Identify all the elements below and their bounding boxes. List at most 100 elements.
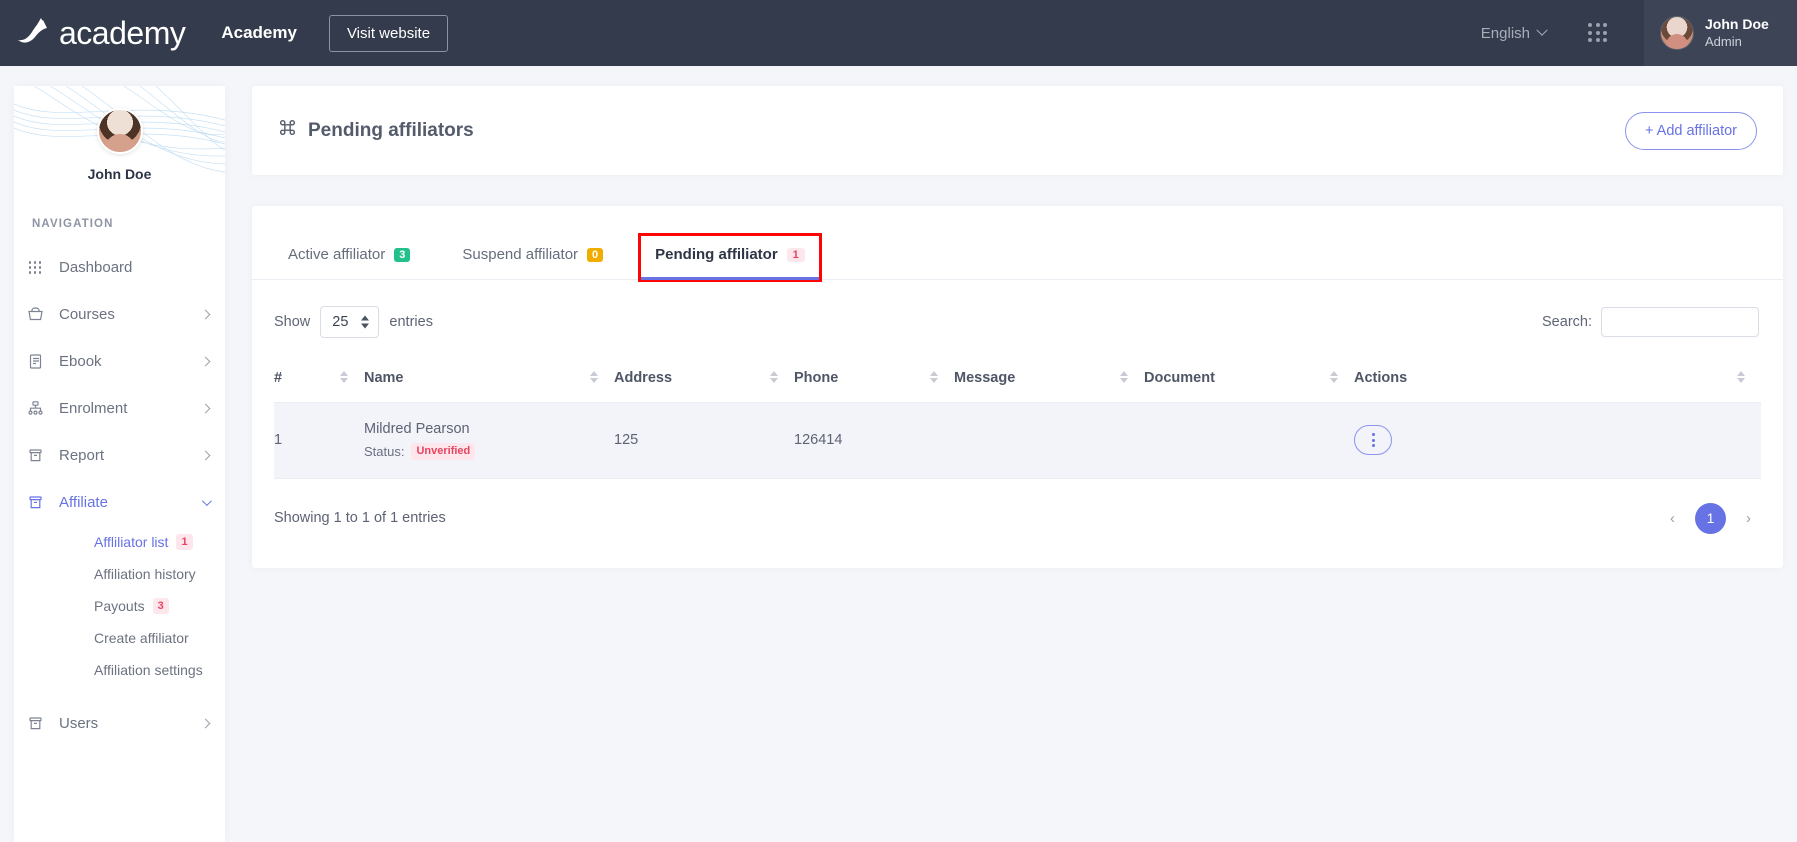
sidebar-item-label: Ebook <box>59 353 202 370</box>
affiliators-card: Active affiliator 3 Suspend affiliator 0… <box>252 206 1783 568</box>
cell-message <box>954 403 1144 479</box>
sort-icon <box>1737 371 1745 383</box>
grid-dots-icon <box>25 261 45 274</box>
sidebar-item-label: Courses <box>59 306 202 323</box>
pagination-prev-button[interactable]: ‹ <box>1664 508 1681 529</box>
top-bar-right: English John Doe Admin <box>1481 0 1797 66</box>
sidebar-subitem-label: Affliliator list <box>94 534 168 550</box>
table-row[interactable]: 1 Mildred Pearson Status: Unverified 125… <box>274 403 1761 479</box>
command-loop-icon <box>278 118 297 143</box>
row-actions-button[interactable] <box>1354 425 1392 455</box>
chevron-right-icon <box>201 404 211 414</box>
table-footer: Showing 1 to 1 of 1 entries ‹ 1 › <box>252 479 1783 534</box>
column-label: Name <box>364 370 404 386</box>
visit-website-button[interactable]: Visit website <box>329 15 448 52</box>
table-head: # Name Address Phone <box>274 360 1761 403</box>
page-title: Pending affiliators <box>278 118 474 143</box>
show-entries-control: Show 25 entries <box>274 306 433 338</box>
column-header-address[interactable]: Address <box>614 360 794 403</box>
hierarchy-icon <box>25 400 45 417</box>
badge-count: 1 <box>176 534 192 551</box>
status-badge: Unverified <box>411 443 475 460</box>
sidebar-profile: John Doe <box>14 86 225 182</box>
page-size-value: 25 <box>332 314 348 330</box>
sidebar-item-dashboard[interactable]: Dashboard <box>14 244 225 291</box>
table-controls: Show 25 entries Search: <box>252 280 1783 338</box>
tab-suspend-affiliator[interactable]: Suspend affiliator 0 <box>448 236 617 279</box>
column-label: Message <box>954 370 1015 386</box>
tab-badge: 3 <box>394 248 410 262</box>
search-input[interactable] <box>1601 307 1759 337</box>
tab-badge: 0 <box>587 248 603 262</box>
sidebar-item-label: Report <box>59 447 202 464</box>
user-name: John Doe <box>1705 16 1769 34</box>
sidebar-subitem-label: Payouts <box>94 598 145 614</box>
sidebar-nav: Dashboard Courses Ebook <box>14 244 225 747</box>
archive-icon <box>25 715 45 732</box>
sidebar-item-users[interactable]: Users <box>14 700 225 747</box>
grid-apps-icon[interactable] <box>1588 23 1608 43</box>
sidebar-item-affiliate[interactable]: Affiliate <box>14 479 225 526</box>
entries-info: Showing 1 to 1 of 1 entries <box>274 510 446 526</box>
column-header-actions[interactable]: Actions <box>1354 360 1761 403</box>
cell-address: 125 <box>614 403 794 479</box>
language-label: English <box>1481 25 1530 42</box>
cell-phone: 126414 <box>794 403 954 479</box>
sidebar-subitem-label: Affiliation history <box>94 566 196 582</box>
column-header-index[interactable]: # <box>274 360 364 403</box>
pagination: ‹ 1 › <box>1664 503 1757 534</box>
navigation-section-label: NAVIGATION <box>14 218 225 230</box>
tab-label: Pending affiliator <box>655 246 778 263</box>
sidebar-subitem-affiliation-settings[interactable]: Affiliation settings <box>14 654 225 686</box>
add-affiliator-button[interactable]: + Add affiliator <box>1625 112 1757 150</box>
column-label: Phone <box>794 370 838 386</box>
pagination-page-1[interactable]: 1 <box>1695 503 1726 534</box>
sidebar-subitem-create-affiliator[interactable]: Create affiliator <box>14 622 225 654</box>
column-header-document[interactable]: Document <box>1144 360 1354 403</box>
user-menu[interactable]: John Doe Admin <box>1644 0 1797 66</box>
language-selector[interactable]: English <box>1481 25 1546 42</box>
sidebar-subitem-affiliation-history[interactable]: Affiliation history <box>14 558 225 590</box>
tab-pending-affiliator[interactable]: Pending affiliator 1 <box>641 236 819 279</box>
chevron-right-icon <box>201 719 211 729</box>
sidebar-subitem-label: Affiliation settings <box>94 662 203 678</box>
academy-logo-icon <box>14 14 54 53</box>
sidebar-subitem-payouts[interactable]: Payouts 3 <box>14 590 225 622</box>
vertical-dots-icon <box>1372 433 1375 447</box>
brand-wordmark: academy <box>59 15 185 52</box>
sidebar-item-enrolment[interactable]: Enrolment <box>14 385 225 432</box>
column-header-name[interactable]: Name <box>364 360 614 403</box>
sort-icon <box>340 371 348 383</box>
affiliator-name: Mildred Pearson <box>364 421 614 437</box>
main-content: Pending affiliators + Add affiliator Act… <box>252 86 1783 568</box>
page-size-select[interactable]: 25 <box>320 306 379 338</box>
tab-bar: Active affiliator 3 Suspend affiliator 0… <box>252 206 1783 280</box>
tab-label: Active affiliator <box>288 246 385 263</box>
chevron-right-icon <box>201 451 211 461</box>
avatar <box>1660 16 1694 50</box>
basket-icon <box>25 306 45 323</box>
brand-logo[interactable]: academy <box>14 14 185 53</box>
page-header: Pending affiliators + Add affiliator <box>252 86 1783 175</box>
chevron-down-icon <box>202 496 212 506</box>
pagination-next-button[interactable]: › <box>1740 508 1757 529</box>
tab-label: Suspend affiliator <box>462 246 578 263</box>
cell-document <box>1144 403 1354 479</box>
entries-label: entries <box>389 314 433 330</box>
column-header-phone[interactable]: Phone <box>794 360 954 403</box>
column-label: Actions <box>1354 370 1407 386</box>
tab-active-affiliator[interactable]: Active affiliator 3 <box>274 236 424 279</box>
sidebar-item-courses[interactable]: Courses <box>14 291 225 338</box>
sidebar-item-label: Dashboard <box>59 259 209 276</box>
sidebar-item-label: Enrolment <box>59 400 202 417</box>
sidebar-subitem-label: Create affiliator <box>94 630 189 646</box>
chevron-right-icon <box>201 357 211 367</box>
archive-icon <box>25 447 45 464</box>
sidebar-subitem-affiliator-list[interactable]: Affliliator list 1 <box>14 526 225 558</box>
sidebar-item-report[interactable]: Report <box>14 432 225 479</box>
sort-icon <box>770 371 778 383</box>
column-header-message[interactable]: Message <box>954 360 1144 403</box>
sidebar-item-ebook[interactable]: Ebook <box>14 338 225 385</box>
search-control: Search: <box>1542 307 1759 337</box>
table-header-row: # Name Address Phone <box>274 360 1761 403</box>
